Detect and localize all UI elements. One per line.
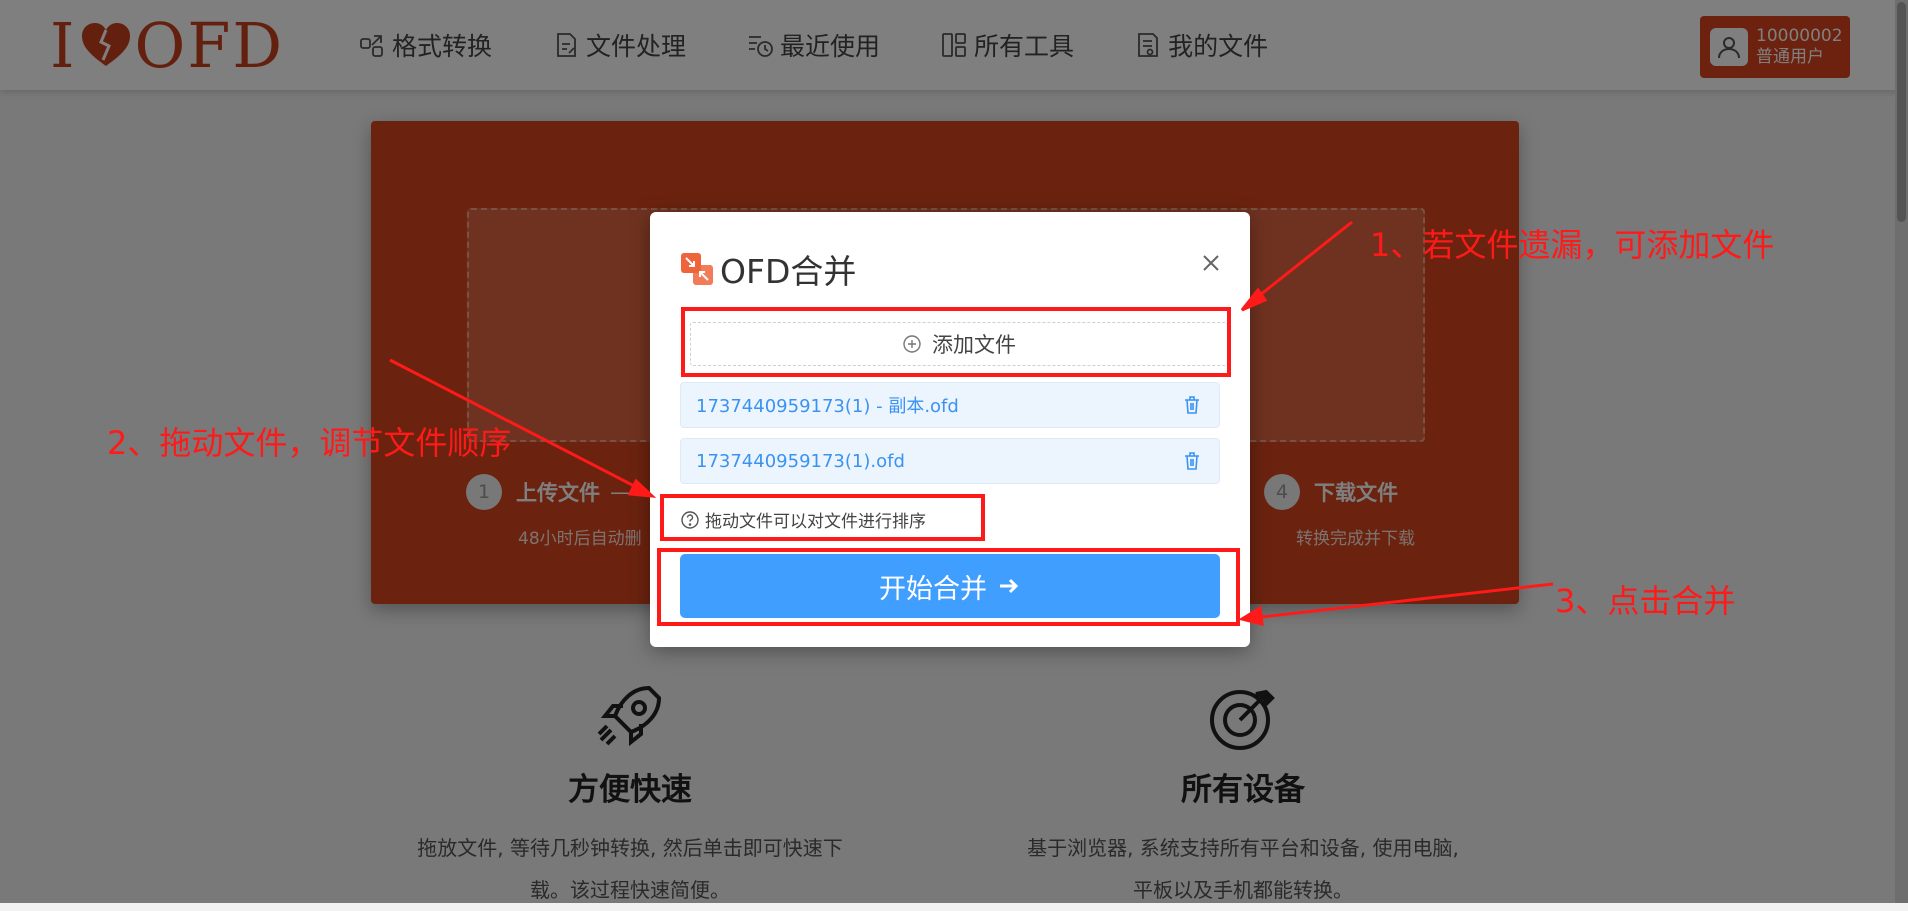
annotation-box-add-file: [681, 307, 1231, 377]
dialog-title-text: OFD合并: [720, 252, 857, 291]
annotation-text-merge: 3、点击合并: [1555, 582, 1736, 620]
file-list-item[interactable]: 1737440959173(1) - 副本.ofd: [680, 382, 1220, 428]
close-icon[interactable]: [1196, 248, 1226, 278]
annotation-text-drag: 2、拖动文件，调节文件顺序: [107, 424, 512, 462]
annotation-box-start: [657, 548, 1240, 626]
merge-icon: [681, 253, 713, 285]
annotation-box-hint: [660, 494, 985, 541]
dialog-title: OFD合并: [680, 245, 856, 293]
trash-icon[interactable]: [1181, 450, 1203, 472]
file-name: 1737440959173(1).ofd: [696, 450, 905, 472]
annotation-text-add: 1、若文件遗漏，可添加文件: [1370, 226, 1775, 264]
file-name: 1737440959173(1) - 副本.ofd: [696, 396, 959, 417]
trash-icon[interactable]: [1181, 394, 1203, 416]
file-list-item[interactable]: 1737440959173(1).ofd: [680, 438, 1220, 484]
